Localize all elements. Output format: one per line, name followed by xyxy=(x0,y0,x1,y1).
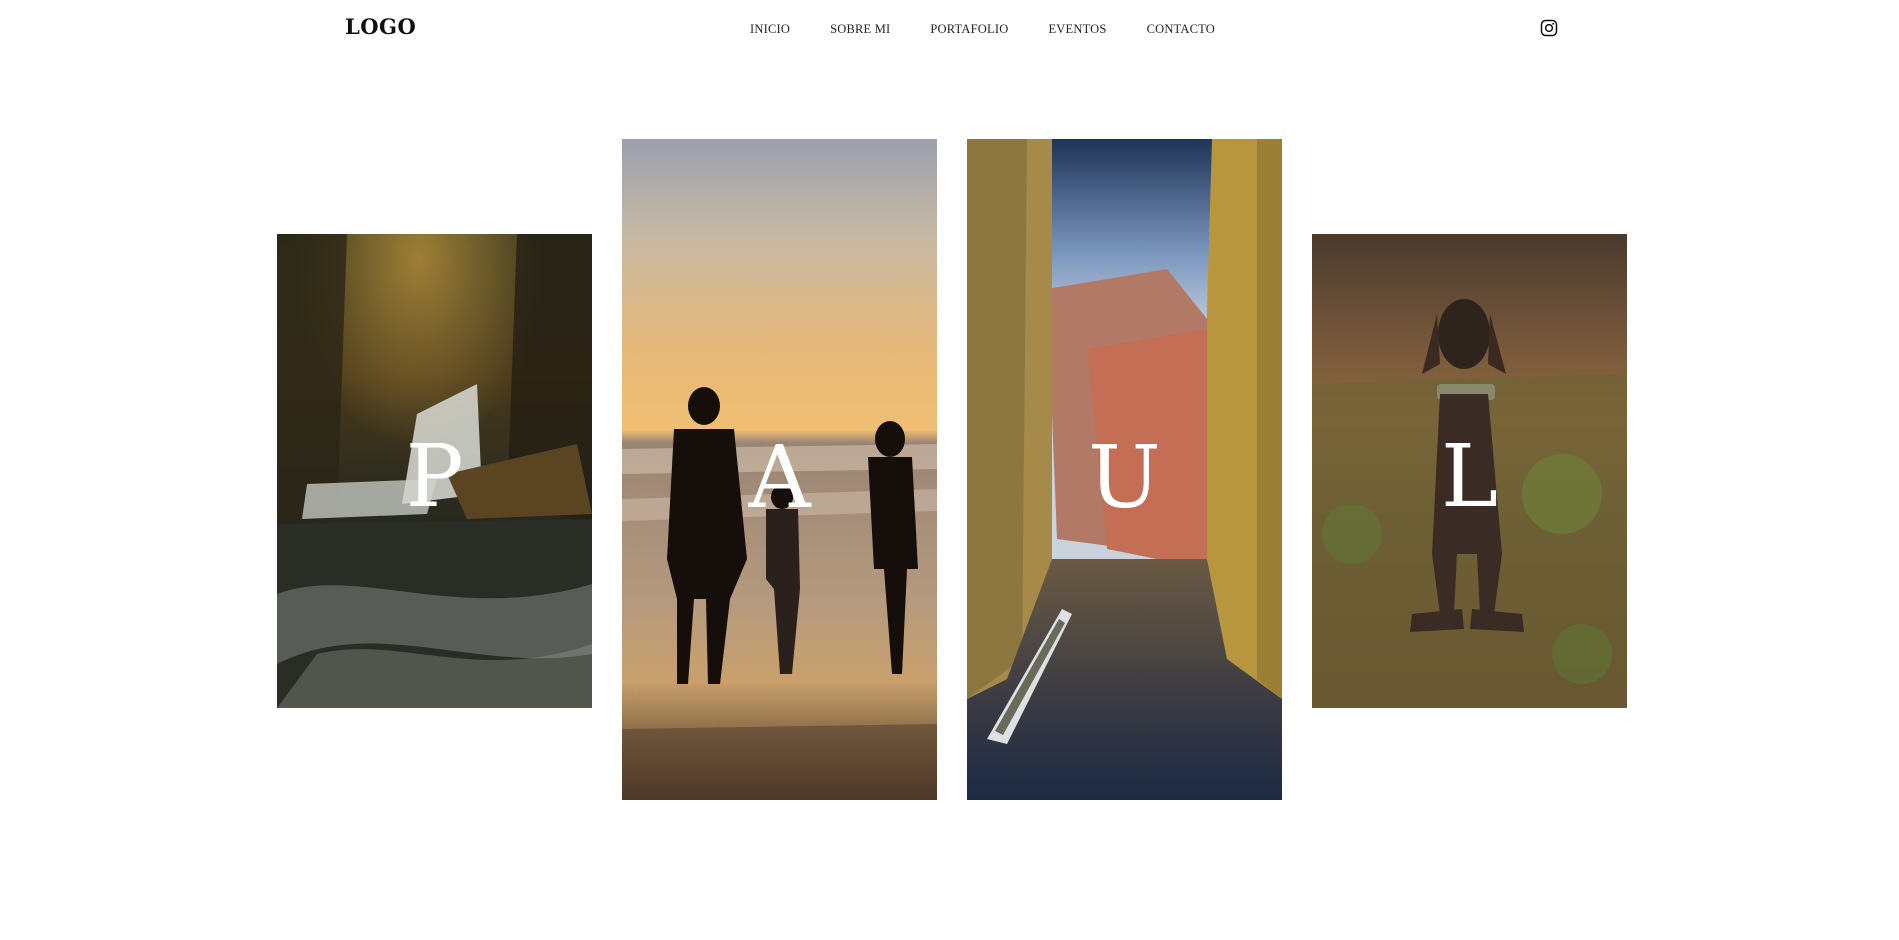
nav-sobre-mi[interactable]: SOBRE MI xyxy=(830,22,890,37)
panel-letter-u: U xyxy=(1088,428,1161,528)
nav-contacto[interactable]: CONTACTO xyxy=(1147,22,1215,37)
nav-portafolio[interactable]: PORTAFOLIO xyxy=(930,22,1008,37)
gallery-panel-dog[interactable]: L xyxy=(1312,234,1627,708)
nav-inicio[interactable]: INICIO xyxy=(750,22,790,37)
logo[interactable]: LOGO xyxy=(345,14,416,39)
gallery-panel-beach[interactable]: A xyxy=(622,139,937,800)
nav-eventos[interactable]: EVENTOS xyxy=(1048,22,1106,37)
panel-letter-l: L xyxy=(1440,427,1499,527)
main-nav: INICIO SOBRE MI PORTAFOLIO EVENTOS CONTA… xyxy=(750,22,1255,37)
panel-letter-p: P xyxy=(405,427,464,527)
panel-letter-a: A xyxy=(748,428,811,528)
instagram-icon[interactable] xyxy=(1540,19,1558,37)
gallery-panel-waterfall[interactable]: P xyxy=(277,234,592,708)
gallery-panel-canal[interactable]: U xyxy=(967,139,1282,800)
